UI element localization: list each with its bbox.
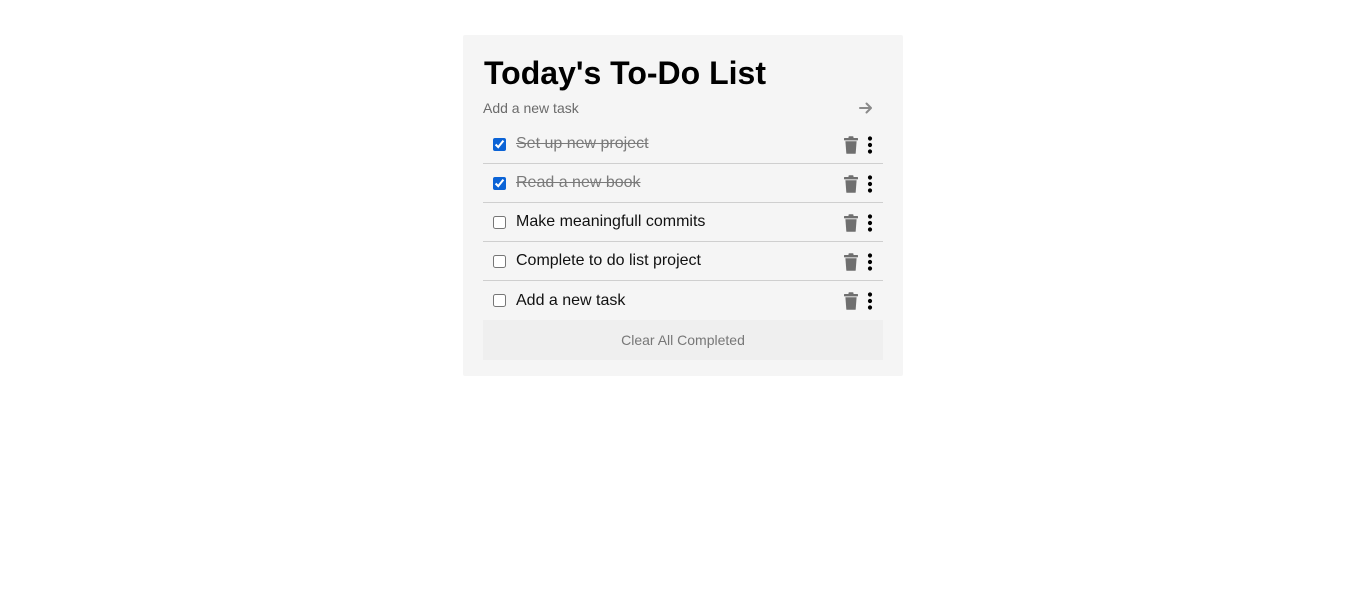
add-task-submit-button[interactable] [855,97,877,119]
list-item: Make meaningfull commits [483,203,883,242]
task-checkbox[interactable] [493,137,506,151]
list-item: Complete to do list project [483,242,883,281]
add-task-input[interactable] [483,93,853,123]
trash-icon[interactable] [843,253,859,271]
more-vertical-icon[interactable] [866,253,874,271]
task-label[interactable]: Make meaningfull commits [516,213,883,231]
trash-icon[interactable] [843,292,859,310]
todo-card: Today's To-Do List Set up new project Rea… [463,35,903,376]
task-checkbox[interactable] [493,254,506,268]
task-label[interactable]: Set up new project [516,135,883,153]
more-vertical-icon[interactable] [866,136,874,154]
more-vertical-icon[interactable] [866,292,874,310]
task-checkbox[interactable] [493,215,506,229]
task-checkbox[interactable] [493,176,506,190]
more-vertical-icon[interactable] [866,214,874,232]
task-label[interactable]: Complete to do list project [516,252,883,270]
list-item: Read a new book [483,164,883,203]
add-task-row [483,93,883,125]
task-label[interactable]: Add a new task [516,292,883,310]
trash-icon[interactable] [843,175,859,193]
arrow-right-icon [859,102,872,114]
task-label[interactable]: Read a new book [516,174,883,192]
task-checkbox[interactable] [493,294,506,307]
more-vertical-icon[interactable] [866,175,874,193]
list-item: Set up new project [483,125,883,164]
trash-icon[interactable] [843,136,859,154]
page-title: Today's To-Do List [484,55,766,91]
clear-completed-button[interactable]: Clear All Completed [483,320,883,360]
task-list: Set up new project Read a new book Make me… [483,125,883,320]
trash-icon[interactable] [843,214,859,232]
list-item: Add a new task [483,281,883,320]
